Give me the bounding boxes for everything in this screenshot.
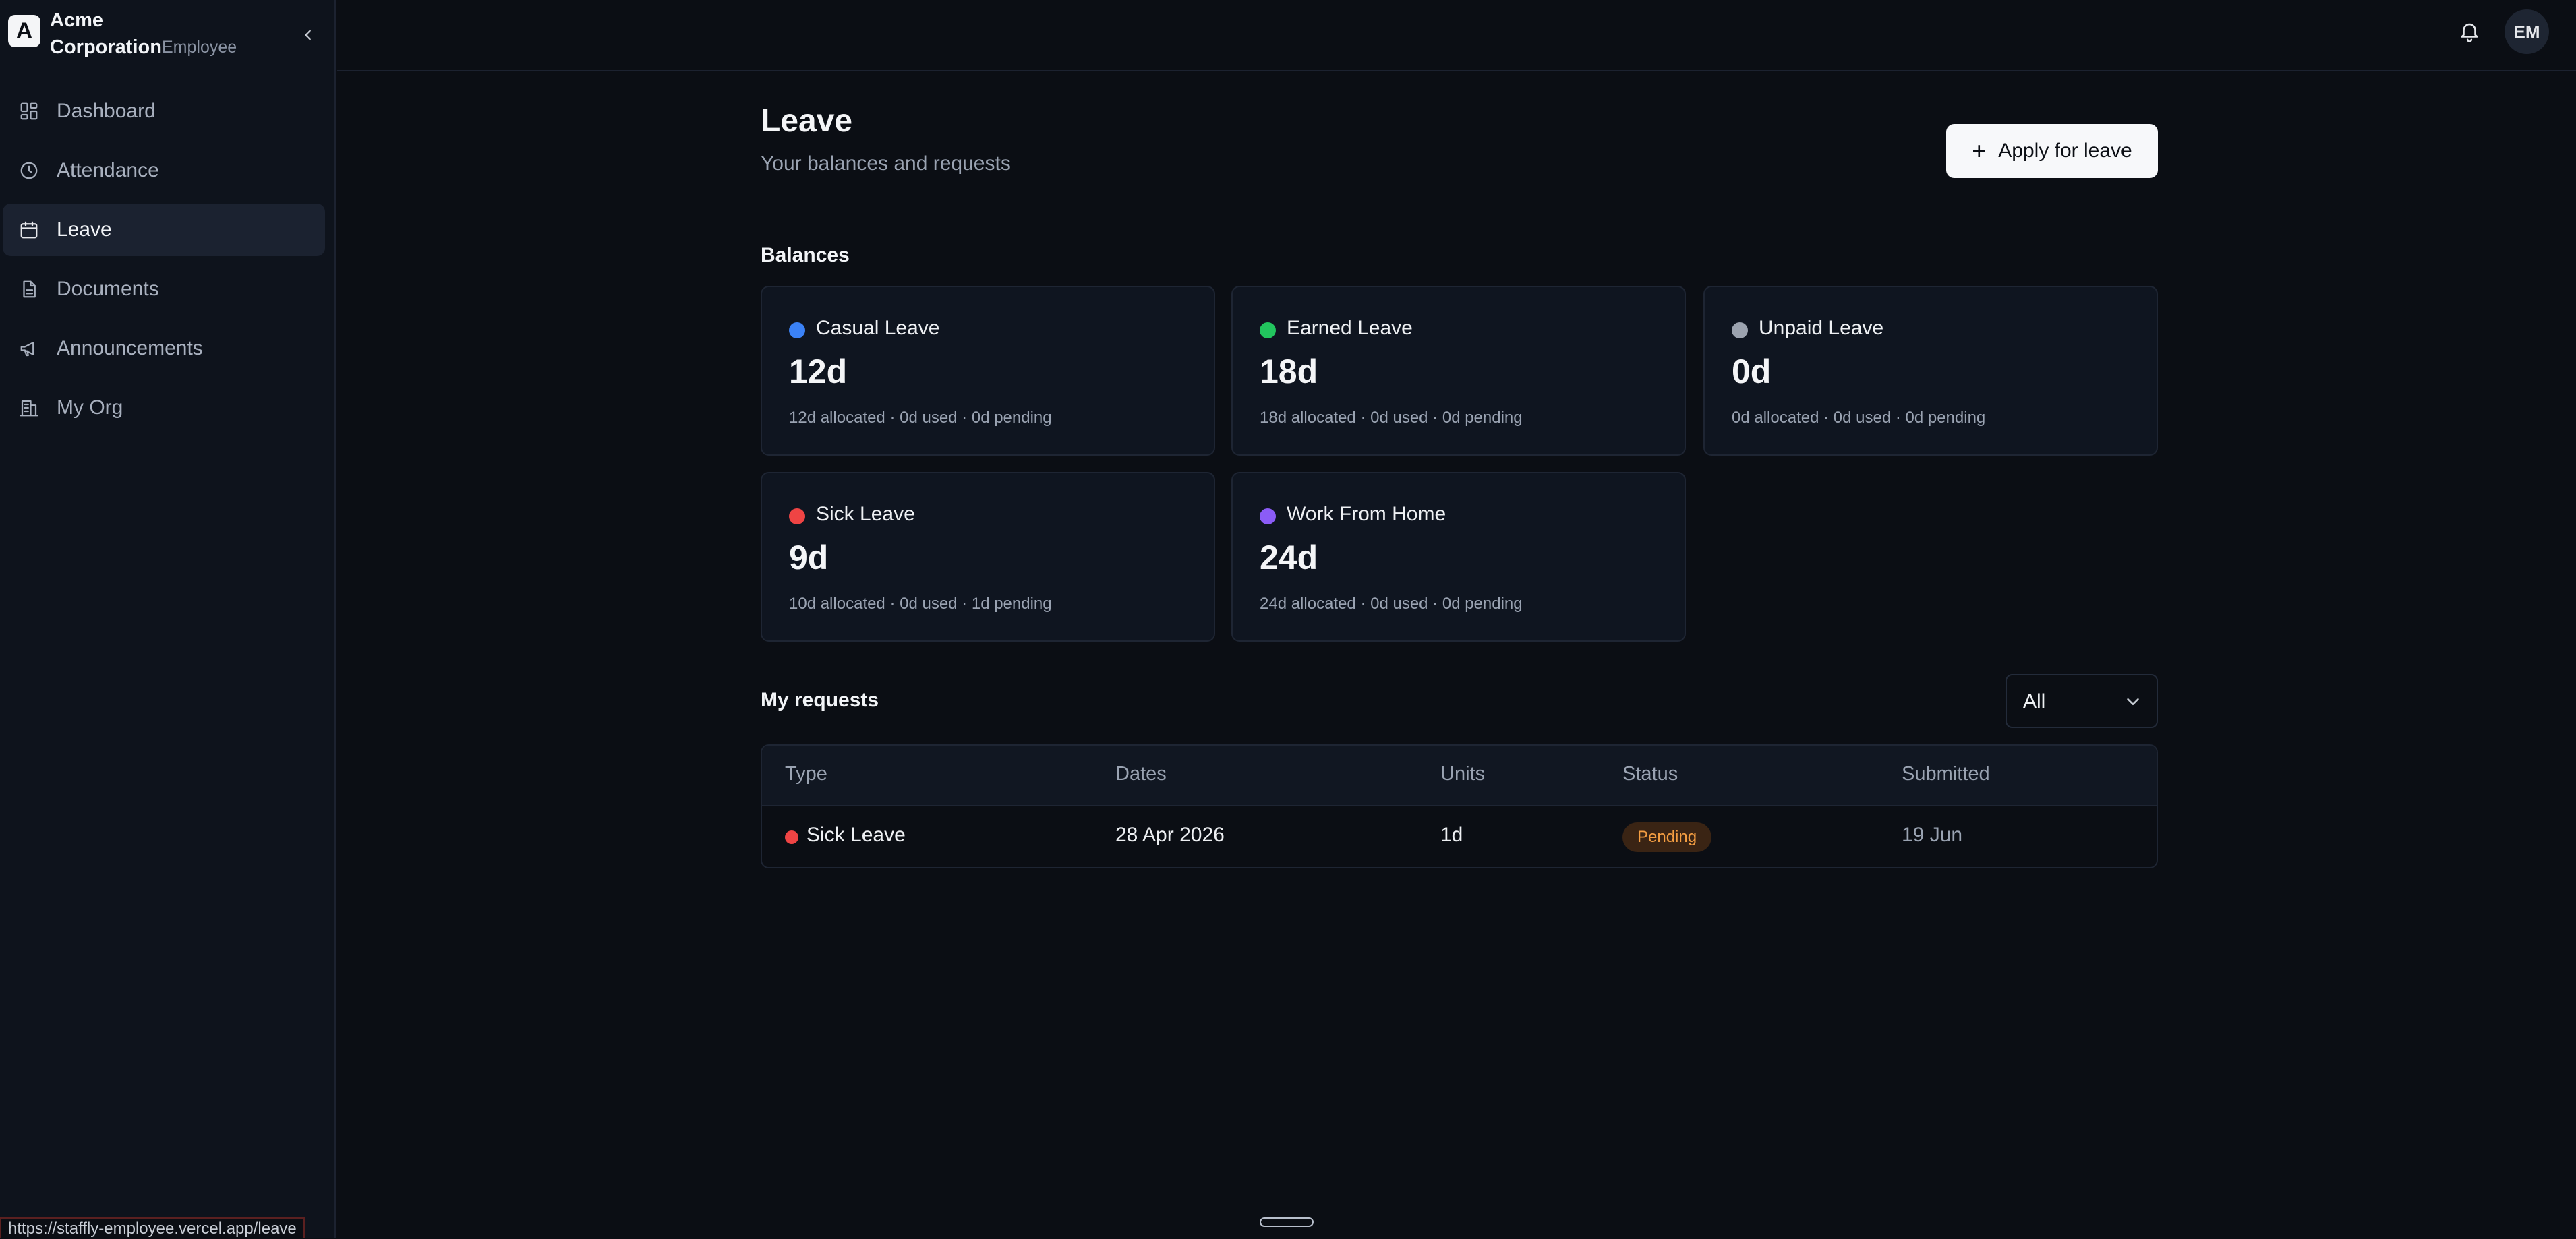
calendar-icon: [20, 221, 38, 239]
color-dot: [1260, 508, 1276, 524]
header-units[interactable]: Units: [1440, 763, 1485, 785]
balances-heading: Balances: [761, 244, 850, 266]
cell-submitted: 19 Jun: [1902, 824, 1963, 846]
sidebar-item-label: Dashboard: [57, 100, 156, 122]
cell-units: 1d: [1440, 824, 1463, 846]
balance-card-wfh: Work From Home 24d 24d allocated · 0d us…: [1231, 472, 1686, 642]
balance-meta: 18d allocated · 0d used · 0d pending: [1260, 409, 1523, 427]
balance-value: 12d: [789, 353, 848, 390]
balance-value: 9d: [789, 539, 829, 576]
chevron-left-icon: [305, 30, 311, 40]
plus-icon: +: [1972, 137, 1987, 164]
sidebar-item-label: Documents: [57, 278, 159, 300]
page-title: Leave: [761, 103, 853, 139]
notifications-button[interactable]: [2456, 18, 2483, 44]
type-color-dot: [785, 830, 798, 844]
megaphone-icon: [20, 342, 34, 357]
sidebar-nav: Dashboard Attendance Leave Documents Ann…: [3, 85, 325, 441]
balance-value: 0d: [1732, 353, 1772, 390]
color-dot: [789, 322, 805, 338]
sidebar-item-announcements[interactable]: Announcements: [3, 322, 325, 375]
balance-card-earned: Earned Leave 18d 18d allocated · 0d used…: [1231, 286, 1686, 456]
sidebar-item-attendance[interactable]: Attendance: [3, 144, 325, 197]
cell-type: Sick Leave: [807, 824, 906, 846]
header-status[interactable]: Status: [1622, 763, 1678, 785]
brand-logo: A: [8, 15, 40, 47]
apply-for-leave-button[interactable]: + Apply for leave: [1946, 124, 2158, 178]
user-avatar[interactable]: EM: [2505, 9, 2549, 54]
dashboard-icon: [20, 102, 38, 120]
status-filter-select[interactable]: All: [2006, 674, 2158, 728]
balance-name: Sick Leave: [816, 503, 915, 525]
sidebar-item-label: Attendance: [57, 159, 159, 181]
balance-name: Unpaid Leave: [1759, 317, 1884, 339]
balance-card-sick: Sick Leave 9d 10d allocated · 0d used · …: [761, 472, 1215, 642]
status-badge: Pending: [1622, 822, 1712, 852]
color-dot: [789, 508, 805, 524]
balance-card-casual: Casual Leave 12d 12d allocated · 0d used…: [761, 286, 1215, 456]
requests-table: Type Dates Units Status Submitted Sick L…: [761, 744, 2158, 868]
scroll-handle[interactable]: [1260, 1217, 1314, 1227]
chevron-down-icon: [2127, 698, 2139, 705]
sidebar-item-leave[interactable]: Leave: [3, 204, 325, 256]
header-submitted[interactable]: Submitted: [1902, 763, 1990, 785]
table-header: Type Dates Units Status Submitted: [762, 746, 2157, 806]
sidebar-item-label: Announcements: [57, 337, 203, 359]
balance-meta: 12d allocated · 0d used · 0d pending: [789, 409, 1052, 427]
status-bar-url: https://staffly-employee.vercel.app/leav…: [0, 1217, 305, 1238]
brand-name: Acme Corporation: [50, 7, 162, 61]
header-dates[interactable]: Dates: [1115, 763, 1167, 785]
sidebar-item-my-org[interactable]: My Org: [3, 382, 325, 434]
balance-meta: 0d allocated · 0d used · 0d pending: [1732, 409, 1986, 427]
balance-name: Casual Leave: [816, 317, 940, 339]
table-row[interactable]: Sick Leave 28 Apr 2026 1d Pending 19 Jun: [762, 806, 2157, 867]
brand-name-line2: Corporation: [50, 36, 162, 58]
brand-name-line1: Acme: [50, 9, 103, 31]
sidebar-item-label: My Org: [57, 396, 123, 419]
top-bar: EM: [337, 0, 2576, 71]
bell-icon: [2461, 23, 2478, 42]
document-icon: [23, 280, 36, 298]
color-dot: [1260, 322, 1276, 338]
sidebar-item-label: Leave: [57, 218, 112, 241]
balance-value: 18d: [1260, 353, 1318, 390]
requests-heading: My requests: [761, 689, 879, 711]
building-icon: [20, 400, 38, 417]
clock-icon: [20, 162, 38, 179]
cell-dates: 28 Apr 2026: [1115, 824, 1225, 846]
balance-value: 24d: [1260, 539, 1318, 576]
balance-meta: 10d allocated · 0d used · 1d pending: [789, 595, 1052, 613]
color-dot: [1732, 322, 1748, 338]
balance-card-unpaid: Unpaid Leave 0d 0d allocated · 0d used ·…: [1703, 286, 2158, 456]
balance-meta: 24d allocated · 0d used · 0d pending: [1260, 595, 1523, 613]
sidebar: A Acme Corporation Employee Dashboard At…: [0, 0, 336, 1238]
brand[interactable]: A Acme Corporation Employee: [8, 7, 325, 61]
apply-for-leave-label: Apply for leave: [1998, 140, 2132, 162]
collapse-sidebar-button[interactable]: [295, 22, 322, 49]
page-subtitle: Your balances and requests: [761, 152, 1011, 175]
role-label: Employee: [162, 38, 237, 57]
sidebar-item-documents[interactable]: Documents: [3, 263, 325, 315]
filter-value: All: [2023, 690, 2046, 713]
sidebar-item-dashboard[interactable]: Dashboard: [3, 85, 325, 138]
balance-name: Work From Home: [1287, 503, 1446, 525]
balance-name: Earned Leave: [1287, 317, 1413, 339]
header-type[interactable]: Type: [785, 763, 827, 785]
